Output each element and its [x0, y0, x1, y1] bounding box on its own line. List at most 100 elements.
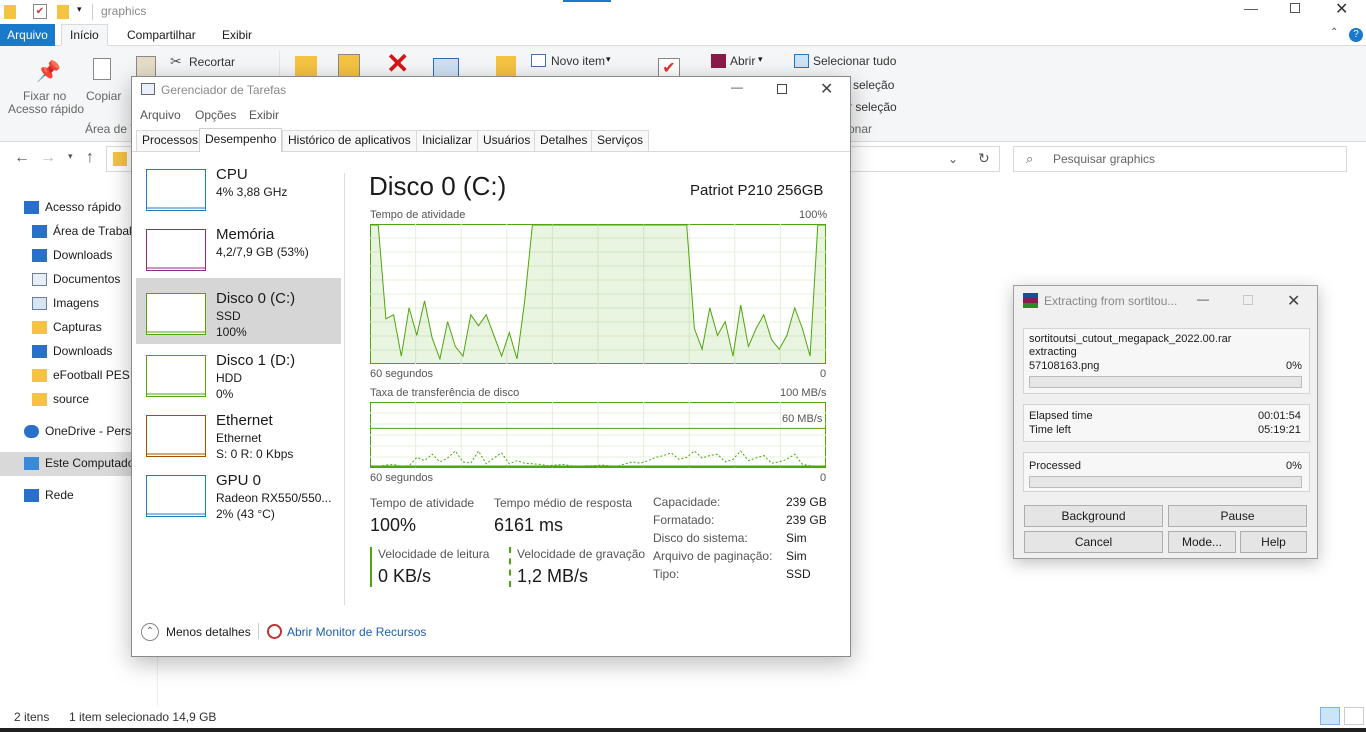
sidebar-item[interactable]: Ethernet Ethernet S: 0 R: 0 Kbps — [136, 407, 341, 473]
close-button[interactable]: ✕ — [1287, 291, 1300, 311]
rename-icon[interactable] — [433, 58, 459, 78]
background-button[interactable]: Background — [1024, 505, 1163, 527]
property-label: Capacidade: — [653, 495, 721, 509]
minimize-button[interactable]: — — [1244, 0, 1258, 20]
maximize-button[interactable] — [1243, 295, 1253, 305]
new-item-button[interactable]: Novo item ▾ — [531, 53, 621, 71]
status-items: 2 itens — [14, 710, 50, 724]
menu-arquivo[interactable]: Arquivo — [140, 108, 181, 122]
minimize-button[interactable]: — — [1197, 292, 1209, 306]
select-all-icon — [794, 54, 809, 68]
active-time-label: Tempo de atividade — [370, 496, 475, 510]
sidebar-item-detail: 4% 3,88 GHz — [216, 185, 288, 199]
sidebar-item[interactable]: Disco 0 (C:) SSD 100% — [136, 278, 341, 344]
sidebar-item[interactable]: GPU 0 Radeon RX550/550... 2% (43 °C) — [136, 467, 341, 533]
chart1-label: Tempo de atividade — [370, 209, 466, 221]
sidebar-item-detail: 4,2/7,9 GB (53%) — [216, 245, 309, 259]
pin-button[interactable]: 📌 Fixar no Acesso rápido — [4, 54, 84, 118]
paste-icon[interactable] — [136, 56, 156, 78]
help-icon[interactable]: ? — [1349, 28, 1363, 42]
recent-chevron-icon[interactable]: ▾ — [68, 151, 73, 162]
sidebar-thumbnail — [146, 169, 206, 211]
collapse-icon[interactable]: ⌃ — [141, 623, 159, 641]
tab-inicio[interactable]: Início — [61, 24, 108, 46]
invert-selection-label[interactable]: r seleção — [848, 100, 897, 114]
chevron-down-icon: ▾ — [606, 54, 611, 64]
new-folder-icon[interactable] — [57, 5, 69, 19]
chart2-ref: 60 MB/s — [782, 413, 823, 425]
cut-label: Recortar — [189, 55, 236, 69]
pause-button[interactable]: Pause — [1168, 505, 1307, 527]
close-button[interactable]: ✕ — [1335, 0, 1348, 19]
tab-detalhes[interactable]: Detalhes — [534, 130, 594, 151]
properties-icon[interactable]: ✔ — [33, 4, 47, 19]
select-all-button[interactable]: Selecionar tudo — [794, 53, 904, 71]
sidebar-item-name: CPU — [216, 166, 248, 183]
forward-icon[interactable]: → — [40, 149, 56, 167]
sidebar-thumbnail — [146, 229, 206, 271]
tab-inicializar[interactable]: Inicializar — [416, 130, 479, 151]
winrar-icon — [1023, 293, 1038, 308]
footer-divider — [132, 605, 850, 606]
winrar-icon — [711, 54, 726, 68]
close-button[interactable]: ✕ — [820, 79, 833, 99]
open-button[interactable]: Abrir ▾ — [711, 53, 781, 71]
tab-arquivo[interactable]: Arquivo — [0, 24, 55, 46]
sidebar-item[interactable]: Disco 1 (D:) HDD 0% — [136, 347, 341, 413]
maximize-button[interactable] — [777, 84, 787, 94]
tab-processos[interactable]: Processos — [136, 130, 205, 151]
property-value: SSD — [786, 567, 811, 581]
chevron-down-icon[interactable]: ⌄ — [948, 152, 958, 166]
move-to-icon[interactable] — [295, 56, 317, 78]
time-left-label: Time left — [1029, 424, 1071, 436]
nav-item-label: Rede — [45, 488, 74, 502]
response-label: Tempo médio de resposta — [494, 496, 633, 510]
tab-desempenho[interactable]: Desempenho — [199, 128, 283, 152]
delete-icon[interactable]: ✕ — [386, 50, 409, 78]
new-folder-ribbon-icon[interactable] — [496, 56, 516, 78]
up-icon[interactable]: ↑ — [86, 149, 94, 167]
chevron-down-icon[interactable]: ▾ — [77, 4, 82, 15]
tab-exibir[interactable]: Exibir — [214, 25, 260, 45]
winrar-extract-dialog: Extracting from sortitou... — ✕ sortitou… — [1013, 285, 1318, 559]
back-icon[interactable]: ← — [14, 149, 30, 167]
cut-button[interactable]: ✂ Recortar — [170, 53, 260, 72]
tab-servicos[interactable]: Serviços — [591, 130, 650, 151]
minimize-button[interactable]: — — [731, 80, 743, 94]
search-input[interactable]: ⌕ Pesquisar graphics — [1013, 146, 1347, 172]
sidebar-item-name: GPU 0 — [216, 472, 262, 489]
less-details-link[interactable]: Menos detalhes — [166, 625, 251, 639]
star-icon — [24, 201, 39, 214]
copy-button[interactable]: Copiar — [84, 54, 124, 118]
chart2-label: Taxa de transferência de disco — [370, 387, 520, 399]
mode-button[interactable]: Mode... — [1168, 531, 1236, 553]
desktop-icon — [32, 225, 47, 238]
time-box: Elapsed time 00:01:54 Time left 05:19:21 — [1023, 404, 1310, 442]
nav-item-label: OneDrive - Perso — [45, 424, 138, 438]
tab-usuarios[interactable]: Usuários — [477, 130, 537, 151]
folder-icon — [32, 321, 47, 334]
processed-box: Processed 0% — [1023, 452, 1310, 492]
download-icon — [32, 249, 47, 262]
ribbon-collapse-icon[interactable]: ⌃ — [1330, 27, 1338, 38]
cancel-button[interactable]: Cancel — [1024, 531, 1163, 553]
refresh-icon[interactable]: ↻ — [978, 150, 990, 167]
resource-monitor-link[interactable]: Abrir Monitor de Recursos — [287, 625, 426, 639]
tab-historico[interactable]: Histórico de aplicativos — [282, 130, 417, 151]
maximize-button[interactable] — [1290, 3, 1300, 13]
select-none-label[interactable]: seleção — [853, 78, 894, 92]
tab-compartilhar[interactable]: Compartilhar — [119, 25, 204, 45]
folder-icon — [32, 393, 47, 406]
footer-separator — [258, 623, 259, 639]
taskbar-edge — [0, 728, 1366, 732]
menu-opcoes[interactable]: Opções — [195, 108, 236, 122]
details-view-icon[interactable] — [1320, 707, 1340, 725]
help-button[interactable]: Help — [1240, 531, 1307, 553]
copy-to-icon[interactable] — [338, 54, 360, 78]
search-placeholder: Pesquisar graphics — [1053, 152, 1156, 166]
large-icons-view-icon[interactable] — [1344, 707, 1364, 725]
sidebar-item[interactable]: CPU 4% 3,88 GHz — [136, 161, 341, 227]
sidebar-item-detail: Ethernet — [216, 431, 262, 445]
menu-exibir[interactable]: Exibir — [249, 108, 279, 122]
cloud-icon — [24, 425, 39, 438]
